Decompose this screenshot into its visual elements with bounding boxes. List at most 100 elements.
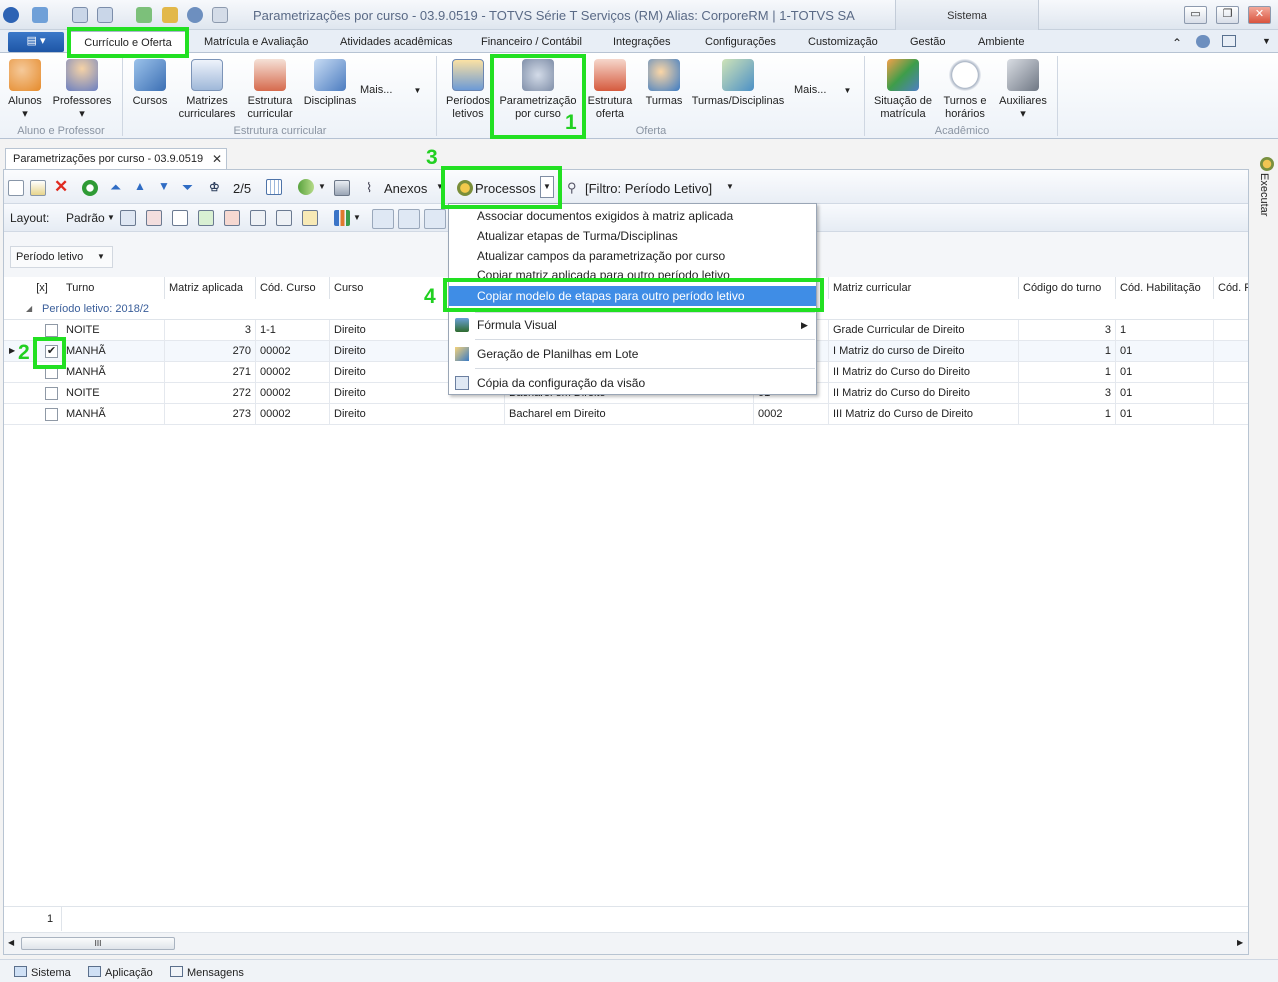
ribbon-mais-curricular[interactable]: Mais... ▼	[360, 84, 430, 97]
ribbon-cursos[interactable]: Cursos	[128, 53, 172, 108]
processos-button[interactable]: Processos	[475, 181, 536, 196]
edit-icon[interactable]	[30, 180, 46, 196]
header-select[interactable]: [x]	[22, 277, 62, 299]
header-turno[interactable]: Turno	[62, 277, 165, 299]
ribbon-auxiliares[interactable]: Auxiliares ▾	[996, 53, 1050, 121]
header-cod-curso[interactable]: Cód. Curso	[256, 277, 330, 299]
ribbon-turmas-disciplinas[interactable]: Turmas/Disciplinas	[690, 53, 786, 108]
forward-dropdown-icon[interactable]: ▼	[318, 182, 326, 191]
bottom-mensagens-button[interactable]: Mensagens	[170, 966, 244, 979]
anexos-dropdown-icon[interactable]: ▼	[436, 182, 444, 191]
table-row[interactable]: MANHÃ 273 00002 Direito Bacharel em Dire…	[4, 404, 1248, 425]
layout-dropdown-icon[interactable]: ▼	[1262, 36, 1271, 46]
group-by-periodo-letivo[interactable]: Período letivo ▼	[10, 246, 113, 268]
layout-select[interactable]: Padrão	[66, 211, 105, 225]
collapse-ribbon-icon[interactable]: ⌃	[1172, 36, 1182, 50]
world-icon[interactable]	[187, 7, 203, 23]
menu-item-associar-documentos[interactable]: Associar documentos exigidos à matriz ap…	[449, 206, 816, 226]
ribbon-mais-oferta[interactable]: Mais... ▼	[794, 84, 860, 97]
ribbon-estrutura-curricular[interactable]: Estrutura curricular	[240, 53, 300, 121]
print-icon[interactable]	[334, 180, 350, 196]
ribbon-matrizes[interactable]: Matrizes curriculares	[176, 53, 238, 121]
bottom-sistema-button[interactable]: Sistema	[14, 966, 71, 979]
view-icon-3[interactable]	[424, 209, 446, 229]
filter-dropdown-icon[interactable]: ▼	[726, 182, 734, 191]
scroll-right-icon[interactable]: ▶	[1237, 938, 1243, 947]
tab-curriculo-oferta[interactable]: Currículo e Oferta	[70, 31, 186, 54]
delete-icon[interactable]: ✕	[54, 178, 70, 195]
restore-button[interactable]: ❐	[1216, 6, 1239, 24]
header-matriz-aplicada[interactable]: Matriz aplicada	[165, 277, 256, 299]
menu-item-copia-configuracao[interactable]: Cópia da configuração da visão	[449, 373, 816, 393]
tab-customizacao[interactable]: Customização	[808, 36, 878, 48]
processos-dropdown-button[interactable]: ▼	[540, 176, 554, 198]
scroll-thumb[interactable]: III	[21, 937, 175, 950]
help-globe-icon[interactable]	[1196, 35, 1210, 48]
view-icon-1[interactable]	[372, 209, 394, 229]
tab-configuracoes[interactable]: Configurações	[705, 36, 776, 48]
layout-icon-3[interactable]	[172, 210, 188, 226]
row-checkbox[interactable]	[45, 324, 58, 337]
filter-button[interactable]: [Filtro: Período Letivo]	[585, 181, 712, 196]
ribbon-estrutura-oferta[interactable]: Estrutura oferta	[584, 53, 636, 121]
layout-icon-2[interactable]	[146, 210, 162, 226]
bottom-aplicacao-button[interactable]: Aplicação	[88, 966, 153, 979]
row-checkbox[interactable]	[45, 408, 58, 421]
copy-icon[interactable]	[212, 7, 228, 23]
row-checkbox[interactable]	[45, 387, 58, 400]
scroll-left-icon[interactable]: ◀	[8, 938, 14, 947]
go-forward-icon[interactable]	[298, 179, 314, 195]
ribbon-professores[interactable]: Professores ▾	[50, 53, 114, 121]
view-icon-2[interactable]	[398, 209, 420, 229]
tab-matricula-avaliacao[interactable]: Matrícula e Avaliação	[204, 36, 308, 48]
anexos-button[interactable]: Anexos	[384, 181, 427, 196]
layout-icon-8[interactable]	[302, 210, 318, 226]
window-dropdown-icon[interactable]	[97, 7, 113, 23]
menu-item-atualizar-campos[interactable]: Atualizar campos da parametrização por c…	[449, 246, 816, 266]
header-cod-habilitacao[interactable]: Cód. Habilitação	[1116, 277, 1214, 299]
menu-item-formula-visual[interactable]: Fórmula Visual ▶	[449, 315, 816, 335]
executar-side-panel[interactable]: Executar	[1256, 155, 1278, 255]
previous-record-icon[interactable]: ▲	[134, 179, 150, 195]
header-matriz-curricular[interactable]: Matriz curricular	[829, 277, 1019, 299]
tab-atividades-academicas[interactable]: Atividades acadêmicas	[340, 36, 453, 48]
layout-dropdown-icon[interactable]: ▼	[107, 213, 115, 222]
layout-icon-6[interactable]	[250, 210, 266, 226]
app-logo-icon[interactable]	[3, 7, 19, 23]
window-icon[interactable]	[72, 7, 88, 23]
window-layout-icon[interactable]	[1222, 35, 1236, 47]
chart-dropdown-icon[interactable]: ▼	[353, 213, 361, 222]
ribbon-turmas[interactable]: Turmas	[640, 53, 688, 108]
app-menu-button[interactable]: ▤ ▾	[8, 32, 64, 52]
row-checkbox[interactable]	[45, 366, 58, 379]
menu-item-copiar-modelo-etapas[interactable]: Copiar modelo de etapas para outro perío…	[449, 286, 816, 306]
close-button[interactable]: ✕	[1248, 6, 1271, 24]
export-icon[interactable]	[136, 7, 152, 23]
last-record-icon[interactable]: ⏷	[182, 179, 198, 195]
ribbon-situacao-matricula[interactable]: Situação de matrícula	[870, 53, 936, 121]
tab-gestao[interactable]: Gestão	[910, 36, 945, 48]
calendar-grid-icon[interactable]	[266, 179, 282, 195]
chart-icon[interactable]	[334, 210, 350, 226]
document-tab[interactable]: Parametrizações por curso - 03.9.0519 ✕	[5, 148, 227, 169]
header-codigo-turno[interactable]: Código do turno	[1019, 277, 1116, 299]
tab-financeiro-contabil[interactable]: Financeiro / Contábil	[481, 36, 582, 48]
tab-ambiente[interactable]: Ambiente	[978, 36, 1024, 48]
new-icon[interactable]	[8, 180, 24, 196]
refresh-icon[interactable]	[82, 180, 98, 196]
close-tab-icon[interactable]: ✕	[212, 152, 222, 166]
next-record-icon[interactable]: ▼	[158, 179, 174, 195]
first-record-icon[interactable]: ⏶	[110, 179, 126, 195]
tab-integracoes[interactable]: Integrações	[613, 36, 670, 48]
minimize-button[interactable]: ▭	[1184, 6, 1207, 24]
layout-icon-1[interactable]	[120, 210, 136, 226]
row-checkbox[interactable]: ✔	[45, 345, 58, 358]
sistema-tab[interactable]: Sistema	[895, 0, 1039, 30]
ribbon-turnos-horarios[interactable]: Turnos e horários	[938, 53, 992, 121]
header-cod-p[interactable]: Cód. P	[1214, 277, 1248, 299]
ribbon-periodos-letivos[interactable]: Períodos letivos	[442, 53, 494, 121]
menu-item-copiar-matriz[interactable]: Copiar matriz aplicada para outro períod…	[449, 266, 816, 280]
import-layout-icon[interactable]	[198, 210, 214, 226]
menu-item-atualizar-etapas[interactable]: Atualizar etapas de Turma/Disciplinas	[449, 226, 816, 246]
ribbon-alunos[interactable]: Alunos ▾	[2, 53, 48, 121]
